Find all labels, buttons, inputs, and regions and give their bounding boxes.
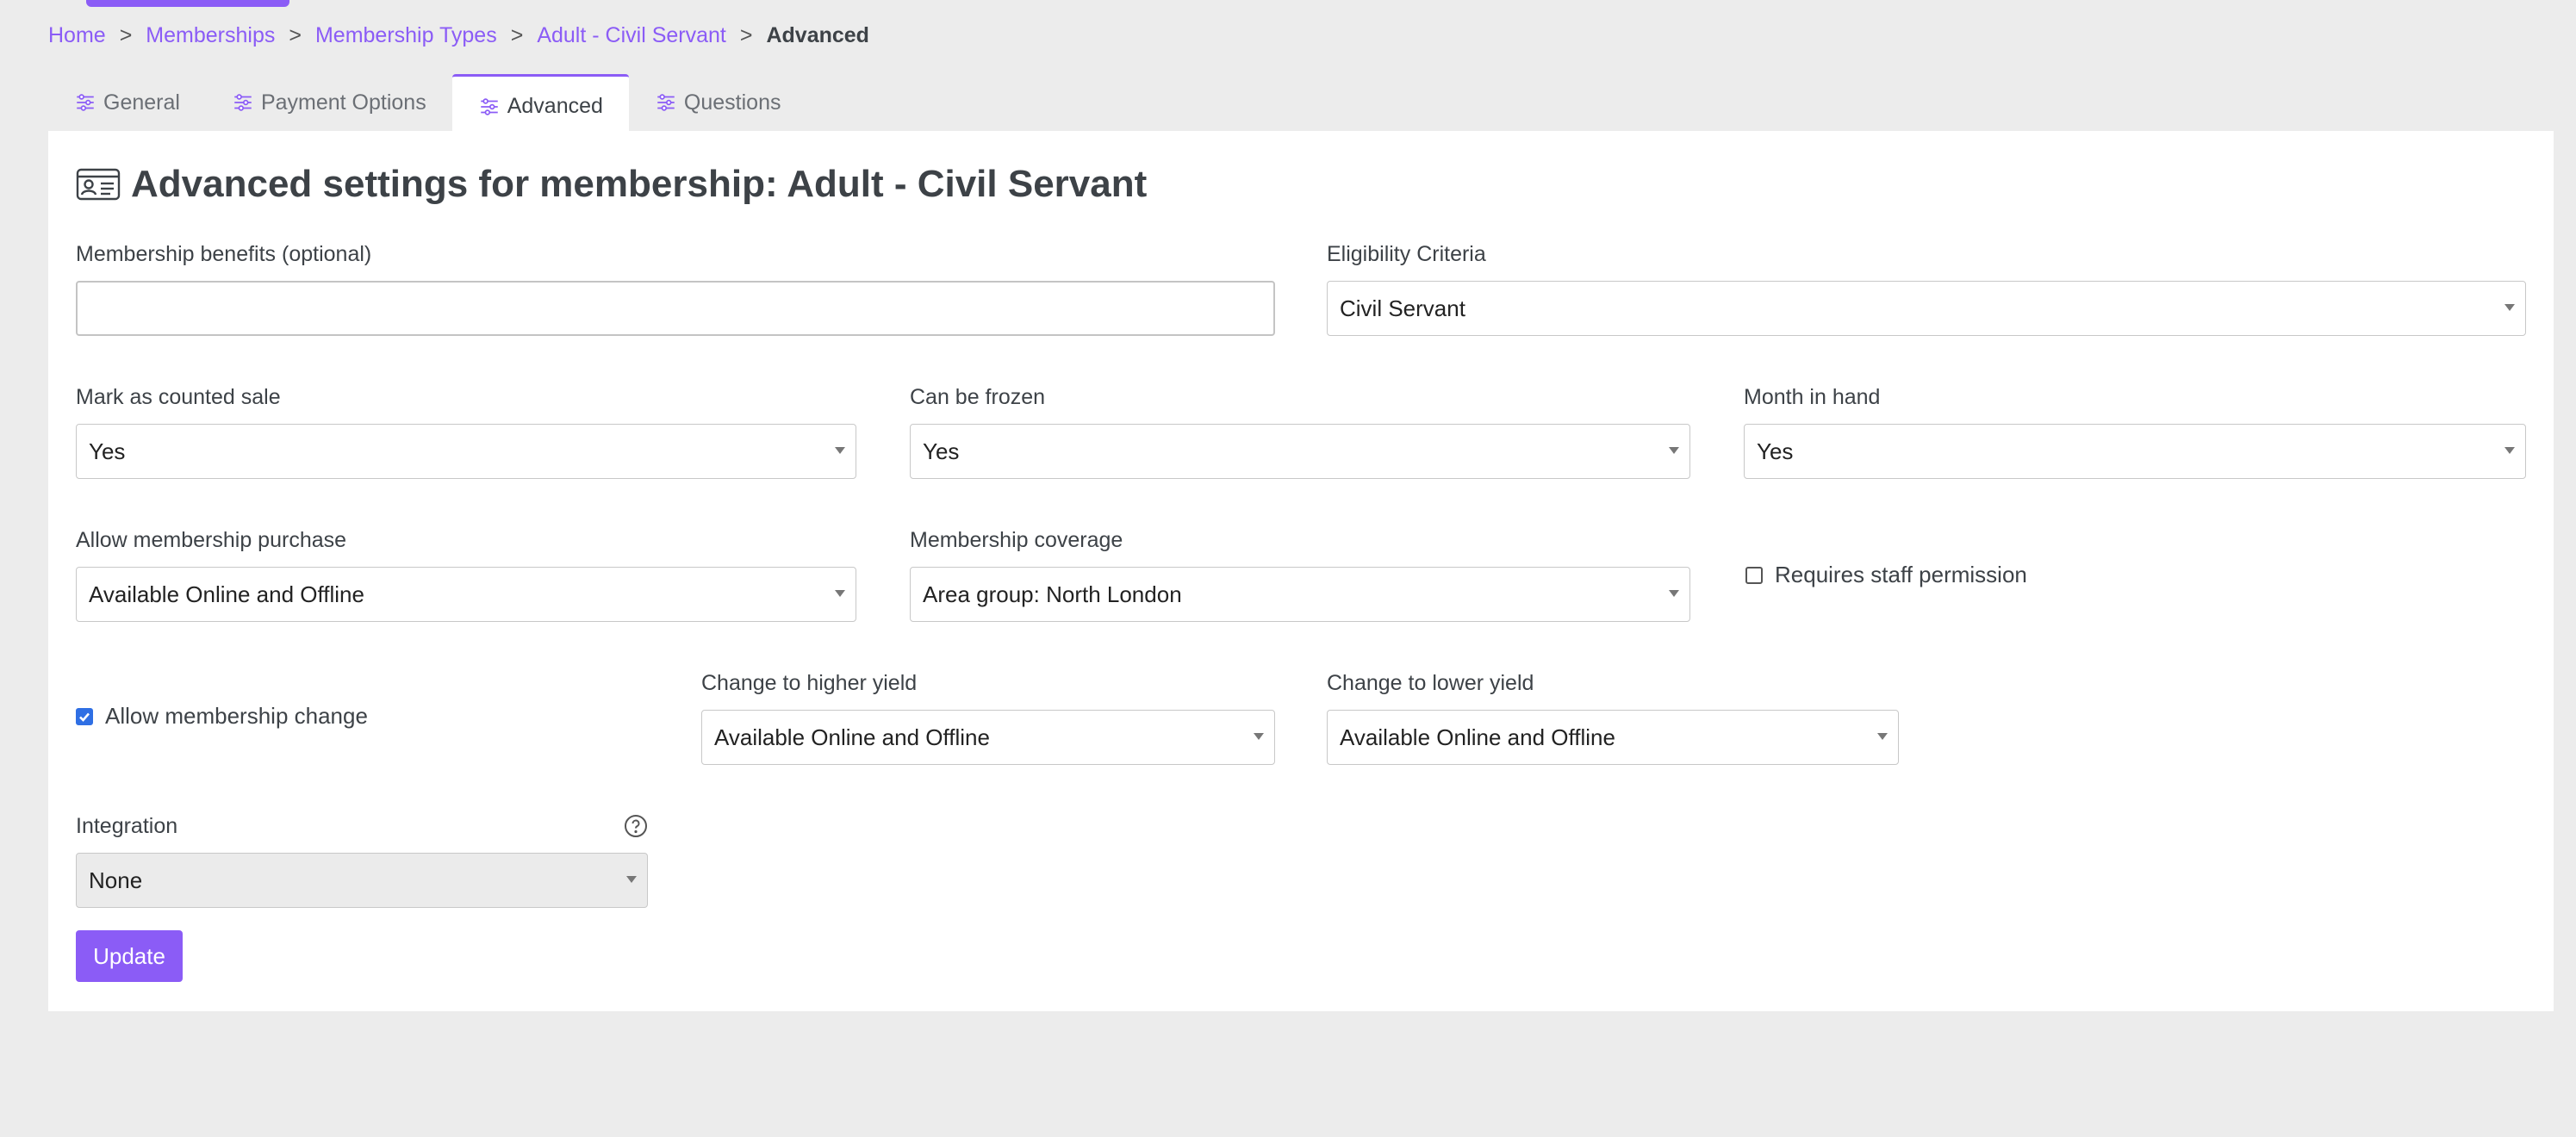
lower-yield-field: Change to lower yield Available Online a… bbox=[1327, 668, 1899, 765]
page-header: Advanced settings for membership: Adult … bbox=[76, 158, 1147, 210]
benefits-input[interactable] bbox=[76, 281, 1275, 336]
allow-membership-change[interactable]: Allow membership change bbox=[76, 703, 368, 730]
id-card-icon bbox=[76, 168, 121, 201]
breadcrumb-membership[interactable]: Adult - Civil Servant bbox=[537, 23, 726, 48]
tab-label: General bbox=[103, 90, 180, 115]
tab-bar: General Payment Options Advanced Questio… bbox=[48, 74, 807, 133]
allow-purchase-label: Allow membership purchase bbox=[76, 528, 347, 552]
tab-questions[interactable]: Questions bbox=[629, 74, 807, 131]
breadcrumb-current: Advanced bbox=[766, 22, 869, 47]
breadcrumb-home[interactable]: Home bbox=[48, 23, 106, 48]
breadcrumb-separator: > bbox=[119, 22, 133, 47]
can-be-frozen-field: Can be frozen Yes bbox=[910, 382, 1690, 479]
chevron-down-icon bbox=[2504, 447, 2515, 454]
sliders-icon bbox=[657, 94, 675, 111]
allow-purchase-select[interactable]: Available Online and Offline bbox=[76, 567, 856, 622]
chevron-down-icon bbox=[1254, 733, 1264, 740]
eligibility-value: Civil Servant bbox=[1340, 295, 1465, 321]
requires-staff-permission[interactable]: Requires staff permission bbox=[1745, 562, 2027, 588]
allow-purchase-field: Allow membership purchase Available Onli… bbox=[76, 525, 856, 622]
higher-yield-label: Change to higher yield bbox=[701, 671, 918, 695]
breadcrumb-membership-types[interactable]: Membership Types bbox=[315, 23, 497, 48]
counted-sale-select[interactable]: Yes bbox=[76, 424, 856, 479]
breadcrumb-separator: > bbox=[289, 22, 302, 47]
chevron-down-icon bbox=[1669, 447, 1679, 454]
allow-membership-change-checkbox[interactable] bbox=[76, 707, 93, 725]
higher-yield-value: Available Online and Offline bbox=[714, 724, 990, 750]
eligibility-label: Eligibility Criteria bbox=[1327, 242, 1486, 266]
coverage-select[interactable]: Area group: North London bbox=[910, 567, 1690, 622]
top-accent-bar bbox=[86, 0, 289, 7]
sliders-icon bbox=[480, 97, 498, 115]
tab-general[interactable]: General bbox=[48, 74, 206, 131]
month-in-hand-value: Yes bbox=[1757, 438, 1794, 464]
breadcrumb-separator: > bbox=[510, 22, 524, 47]
can-be-frozen-value: Yes bbox=[923, 438, 960, 464]
chevron-down-icon bbox=[835, 447, 845, 454]
can-be-frozen-select[interactable]: Yes bbox=[910, 424, 1690, 479]
integration-select[interactable]: None bbox=[76, 853, 648, 908]
eligibility-select[interactable]: Civil Servant bbox=[1327, 281, 2526, 336]
month-in-hand-select[interactable]: Yes bbox=[1744, 424, 2526, 479]
allow-membership-change-label: Allow membership change bbox=[105, 703, 368, 729]
lower-yield-select[interactable]: Available Online and Offline bbox=[1327, 710, 1899, 765]
month-in-hand-label: Month in hand bbox=[1744, 385, 1881, 409]
lower-yield-label: Change to lower yield bbox=[1327, 671, 1534, 695]
requires-staff-permission-checkbox[interactable] bbox=[1745, 566, 1763, 584]
higher-yield-field: Change to higher yield Available Online … bbox=[701, 668, 1275, 765]
help-circle-icon[interactable] bbox=[624, 814, 648, 838]
chevron-down-icon bbox=[1877, 733, 1888, 740]
breadcrumb-memberships[interactable]: Memberships bbox=[146, 23, 275, 48]
chevron-down-icon bbox=[835, 590, 845, 597]
update-button[interactable]: Update bbox=[76, 930, 183, 982]
sliders-icon bbox=[77, 94, 94, 111]
month-in-hand-field: Month in hand Yes bbox=[1744, 382, 2526, 479]
benefits-label: Membership benefits (optional) bbox=[76, 242, 372, 266]
chevron-down-icon bbox=[2504, 304, 2515, 311]
page-title: Advanced settings for membership: Adult … bbox=[131, 163, 1148, 205]
breadcrumb: Home > Memberships > Membership Types > … bbox=[48, 21, 869, 50]
check-icon bbox=[79, 712, 90, 722]
coverage-value: Area group: North London bbox=[923, 581, 1182, 607]
integration-field: Integration None bbox=[76, 811, 648, 908]
sliders-icon bbox=[234, 94, 252, 111]
settings-panel: Advanced settings for membership: Adult … bbox=[48, 131, 2554, 1011]
requires-staff-permission-label: Requires staff permission bbox=[1775, 562, 2027, 587]
coverage-label: Membership coverage bbox=[910, 528, 1123, 552]
tab-payment-options[interactable]: Payment Options bbox=[206, 74, 452, 131]
lower-yield-value: Available Online and Offline bbox=[1340, 724, 1615, 750]
counted-sale-value: Yes bbox=[89, 438, 126, 464]
tab-label: Advanced bbox=[507, 94, 603, 118]
benefits-field: Membership benefits (optional) bbox=[76, 239, 1275, 336]
higher-yield-select[interactable]: Available Online and Offline bbox=[701, 710, 1275, 765]
integration-label: Integration bbox=[76, 814, 178, 838]
eligibility-field: Eligibility Criteria Civil Servant bbox=[1327, 239, 2526, 336]
tab-label: Questions bbox=[683, 90, 781, 115]
breadcrumb-separator: > bbox=[739, 22, 753, 47]
counted-sale-field: Mark as counted sale Yes bbox=[76, 382, 856, 479]
chevron-down-icon bbox=[1669, 590, 1679, 597]
tab-advanced[interactable]: Advanced bbox=[451, 74, 629, 133]
integration-value: None bbox=[89, 867, 143, 893]
coverage-field: Membership coverage Area group: North Lo… bbox=[910, 525, 1690, 622]
tab-label: Payment Options bbox=[260, 90, 426, 115]
chevron-down-icon bbox=[626, 876, 637, 883]
counted-sale-label: Mark as counted sale bbox=[76, 385, 281, 409]
can-be-frozen-label: Can be frozen bbox=[910, 385, 1046, 409]
allow-purchase-value: Available Online and Offline bbox=[89, 581, 364, 607]
